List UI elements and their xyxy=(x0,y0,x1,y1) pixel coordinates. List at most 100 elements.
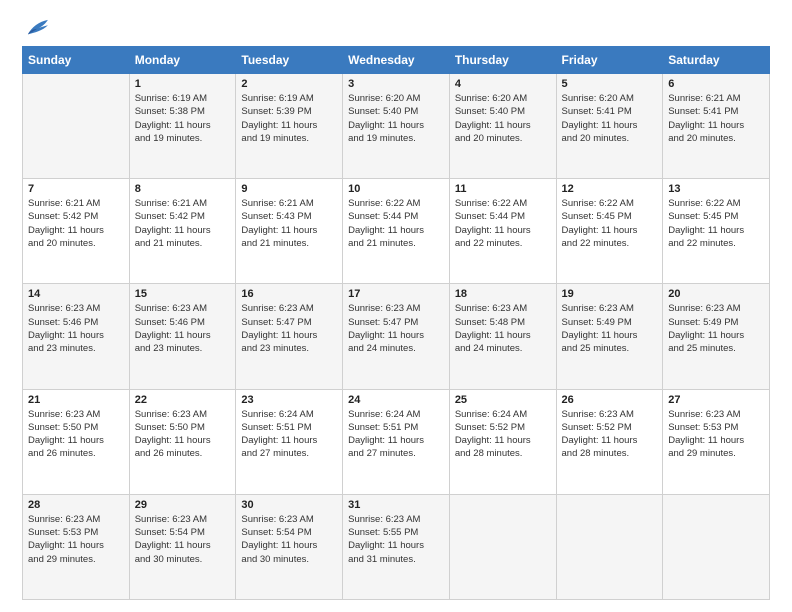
day-number: 3 xyxy=(348,78,444,90)
day-number: 24 xyxy=(348,394,444,406)
calendar-cell: 15Sunrise: 6:23 AMSunset: 5:46 PMDayligh… xyxy=(129,284,236,389)
day-info: Sunrise: 6:23 AMSunset: 5:54 PMDaylight:… xyxy=(241,513,337,566)
day-number: 31 xyxy=(348,499,444,511)
day-number: 12 xyxy=(562,183,658,195)
calendar-cell: 20 Sunrise: 6:23 AMSunset: 5:49 PMDayligh… xyxy=(663,284,770,389)
day-number: 5 xyxy=(562,78,658,90)
day-info: Sunrise: 6:20 AMSunset: 5:41 PMDaylight:… xyxy=(562,92,658,145)
calendar-week-row: 14 Sunrise: 6:23 AMSunset: 5:46 PMDayligh… xyxy=(23,284,770,389)
calendar-cell: 5 Sunrise: 6:20 AMSunset: 5:41 PMDaylight… xyxy=(556,74,663,179)
calendar-cell: 6Sunrise: 6:21 AMSunset: 5:41 PMDaylight… xyxy=(663,74,770,179)
calendar-cell: 11 Sunrise: 6:22 AMSunset: 5:44 PMDayligh… xyxy=(449,179,556,284)
day-info: Sunrise: 6:19 AMSunset: 5:38 PMDaylight:… xyxy=(135,92,231,145)
day-info: Sunrise: 6:23 AMSunset: 5:49 PMDaylight:… xyxy=(668,302,764,355)
day-number: 21 xyxy=(28,394,124,406)
calendar-cell: 25Sunrise: 6:24 AMSunset: 5:52 PMDayligh… xyxy=(449,389,556,494)
day-number: 27 xyxy=(668,394,764,406)
calendar-cell: 7 Sunrise: 6:21 AMSunset: 5:42 PMDaylight… xyxy=(23,179,130,284)
day-info: Sunrise: 6:22 AMSunset: 5:44 PMDaylight:… xyxy=(455,197,551,250)
calendar-cell: 29 Sunrise: 6:23 AMSunset: 5:54 PMDayligh… xyxy=(129,494,236,599)
day-number: 8 xyxy=(135,183,231,195)
day-number: 28 xyxy=(28,499,124,511)
calendar-body: 1 Sunrise: 6:19 AMSunset: 5:38 PMDaylight… xyxy=(23,74,770,600)
day-number: 20 xyxy=(668,288,764,300)
day-info: Sunrise: 6:23 AMSunset: 5:52 PMDaylight:… xyxy=(562,408,658,461)
calendar-cell: 13 Sunrise: 6:22 AMSunset: 5:45 PMDayligh… xyxy=(663,179,770,284)
calendar-cell: 9 Sunrise: 6:21 AMSunset: 5:43 PMDaylight… xyxy=(236,179,343,284)
calendar-cell: 28 Sunrise: 6:23 AMSunset: 5:53 PMDayligh… xyxy=(23,494,130,599)
weekday-header-sunday: Sunday xyxy=(23,47,130,74)
calendar-cell: 12 Sunrise: 6:22 AMSunset: 5:45 PMDayligh… xyxy=(556,179,663,284)
day-info: Sunrise: 6:20 AMSunset: 5:40 PMDaylight:… xyxy=(348,92,444,145)
day-info: Sunrise: 6:23 AMSunset: 5:46 PMDaylight:… xyxy=(28,302,124,355)
calendar-cell xyxy=(449,494,556,599)
calendar-page: SundayMondayTuesdayWednesdayThursdayFrid… xyxy=(0,0,792,612)
day-number: 18 xyxy=(455,288,551,300)
day-number: 9 xyxy=(241,183,337,195)
day-info: Sunrise: 6:21 AMSunset: 5:41 PMDaylight:… xyxy=(668,92,764,145)
calendar-cell xyxy=(663,494,770,599)
day-info: Sunrise: 6:23 AMSunset: 5:53 PMDaylight:… xyxy=(668,408,764,461)
day-number: 7 xyxy=(28,183,124,195)
calendar-cell xyxy=(556,494,663,599)
day-info: Sunrise: 6:21 AMSunset: 5:42 PMDaylight:… xyxy=(28,197,124,250)
day-info: Sunrise: 6:21 AMSunset: 5:43 PMDaylight:… xyxy=(241,197,337,250)
day-info: Sunrise: 6:23 AMSunset: 5:50 PMDaylight:… xyxy=(28,408,124,461)
day-info: Sunrise: 6:23 AMSunset: 5:53 PMDaylight:… xyxy=(28,513,124,566)
day-number: 4 xyxy=(455,78,551,90)
calendar-table: SundayMondayTuesdayWednesdayThursdayFrid… xyxy=(22,46,770,600)
day-number: 17 xyxy=(348,288,444,300)
calendar-cell: 4 Sunrise: 6:20 AMSunset: 5:40 PMDaylight… xyxy=(449,74,556,179)
weekday-header-monday: Monday xyxy=(129,47,236,74)
header xyxy=(22,18,770,38)
day-number: 22 xyxy=(135,394,231,406)
day-info: Sunrise: 6:24 AMSunset: 5:51 PMDaylight:… xyxy=(348,408,444,461)
calendar-cell: 19 Sunrise: 6:23 AMSunset: 5:49 PMDayligh… xyxy=(556,284,663,389)
day-info: Sunrise: 6:23 AMSunset: 5:49 PMDaylight:… xyxy=(562,302,658,355)
calendar-cell: 31 Sunrise: 6:23 AMSunset: 5:55 PMDayligh… xyxy=(343,494,450,599)
day-info: Sunrise: 6:23 AMSunset: 5:55 PMDaylight:… xyxy=(348,513,444,566)
calendar-cell xyxy=(23,74,130,179)
day-info: Sunrise: 6:22 AMSunset: 5:44 PMDaylight:… xyxy=(348,197,444,250)
day-number: 14 xyxy=(28,288,124,300)
logo-bird-icon xyxy=(24,18,50,38)
weekday-header-tuesday: Tuesday xyxy=(236,47,343,74)
day-info: Sunrise: 6:21 AMSunset: 5:42 PMDaylight:… xyxy=(135,197,231,250)
calendar-cell: 10 Sunrise: 6:22 AMSunset: 5:44 PMDayligh… xyxy=(343,179,450,284)
day-info: Sunrise: 6:23 AMSunset: 5:50 PMDaylight:… xyxy=(135,408,231,461)
day-info: Sunrise: 6:24 AMSunset: 5:51 PMDaylight:… xyxy=(241,408,337,461)
calendar-cell: 3 Sunrise: 6:20 AMSunset: 5:40 PMDaylight… xyxy=(343,74,450,179)
day-info: Sunrise: 6:22 AMSunset: 5:45 PMDaylight:… xyxy=(562,197,658,250)
logo xyxy=(22,18,52,38)
calendar-week-row: 1 Sunrise: 6:19 AMSunset: 5:38 PMDaylight… xyxy=(23,74,770,179)
calendar-cell: 16Sunrise: 6:23 AMSunset: 5:47 PMDayligh… xyxy=(236,284,343,389)
calendar-cell: 23 Sunrise: 6:24 AMSunset: 5:51 PMDayligh… xyxy=(236,389,343,494)
day-number: 11 xyxy=(455,183,551,195)
weekday-header-wednesday: Wednesday xyxy=(343,47,450,74)
day-number: 26 xyxy=(562,394,658,406)
calendar-cell: 30Sunrise: 6:23 AMSunset: 5:54 PMDayligh… xyxy=(236,494,343,599)
day-info: Sunrise: 6:19 AMSunset: 5:39 PMDaylight:… xyxy=(241,92,337,145)
day-number: 10 xyxy=(348,183,444,195)
day-info: Sunrise: 6:20 AMSunset: 5:40 PMDaylight:… xyxy=(455,92,551,145)
calendar-cell: 21 Sunrise: 6:23 AMSunset: 5:50 PMDayligh… xyxy=(23,389,130,494)
calendar-cell: 22 Sunrise: 6:23 AMSunset: 5:50 PMDayligh… xyxy=(129,389,236,494)
weekday-header-friday: Friday xyxy=(556,47,663,74)
calendar-cell: 14 Sunrise: 6:23 AMSunset: 5:46 PMDayligh… xyxy=(23,284,130,389)
weekday-header-saturday: Saturday xyxy=(663,47,770,74)
day-info: Sunrise: 6:23 AMSunset: 5:54 PMDaylight:… xyxy=(135,513,231,566)
day-info: Sunrise: 6:23 AMSunset: 5:47 PMDaylight:… xyxy=(348,302,444,355)
day-number: 13 xyxy=(668,183,764,195)
day-number: 23 xyxy=(241,394,337,406)
calendar-week-row: 21 Sunrise: 6:23 AMSunset: 5:50 PMDayligh… xyxy=(23,389,770,494)
day-number: 29 xyxy=(135,499,231,511)
day-info: Sunrise: 6:23 AMSunset: 5:48 PMDaylight:… xyxy=(455,302,551,355)
weekday-header-row: SundayMondayTuesdayWednesdayThursdayFrid… xyxy=(23,47,770,74)
day-number: 25 xyxy=(455,394,551,406)
day-number: 19 xyxy=(562,288,658,300)
day-info: Sunrise: 6:22 AMSunset: 5:45 PMDaylight:… xyxy=(668,197,764,250)
day-number: 1 xyxy=(135,78,231,90)
calendar-cell: 1 Sunrise: 6:19 AMSunset: 5:38 PMDaylight… xyxy=(129,74,236,179)
calendar-week-row: 28 Sunrise: 6:23 AMSunset: 5:53 PMDayligh… xyxy=(23,494,770,599)
calendar-cell: 2Sunrise: 6:19 AMSunset: 5:39 PMDaylight… xyxy=(236,74,343,179)
